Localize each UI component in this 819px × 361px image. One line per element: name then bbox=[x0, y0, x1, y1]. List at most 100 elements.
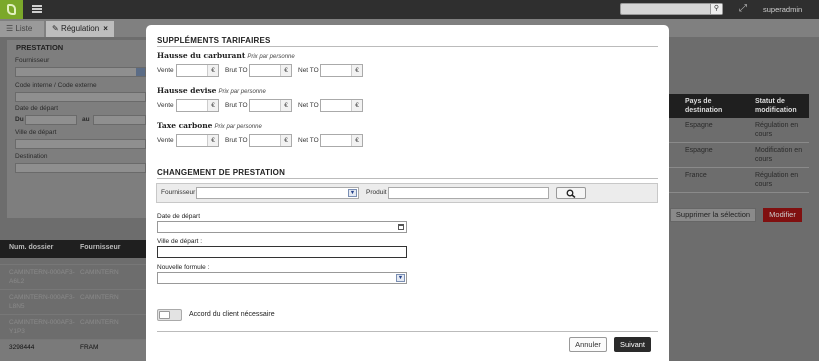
search-icon bbox=[566, 189, 576, 199]
menu-icon[interactable] bbox=[32, 5, 42, 13]
table-row[interactable]: 3298444 FRAM bbox=[0, 339, 146, 361]
cell-dossier: CAMINTERN-000AF3-A6L2 bbox=[9, 269, 75, 285]
expand-icon[interactable]: ⤢ bbox=[739, 4, 747, 14]
cancel-button[interactable]: Annuler bbox=[569, 337, 607, 352]
filter-label-fournisseur: Fournisseur bbox=[15, 57, 50, 64]
filter-date-to[interactable] bbox=[93, 115, 146, 125]
group-title-carbone: Taxe carbone Prix par personne bbox=[157, 121, 262, 130]
table-row[interactable]: Espagne Régulation en cours bbox=[669, 118, 809, 143]
table-row[interactable]: France Régulation en cours bbox=[669, 168, 809, 193]
label-brut: Brut TO bbox=[225, 67, 248, 74]
cell-dossier: CAMINTERN-000AF3-Y1P3 bbox=[9, 319, 75, 335]
logo-icon[interactable] bbox=[0, 0, 23, 19]
cell-fournisseur: CAMINTERN bbox=[80, 294, 119, 301]
search-fournisseur-select[interactable]: ▼ bbox=[196, 187, 359, 199]
next-button[interactable]: Suivant bbox=[614, 337, 651, 352]
divider bbox=[157, 178, 658, 179]
cell-pays: France bbox=[685, 172, 707, 179]
search-produit-label: Produit bbox=[366, 189, 387, 196]
user-menu[interactable]: superadmin bbox=[763, 5, 802, 14]
accord-client-toggle[interactable] bbox=[157, 309, 182, 321]
group-title-text: Hausse du carburant bbox=[157, 51, 246, 60]
calendar-icon[interactable] bbox=[397, 223, 405, 231]
devise-net-input[interactable]: € bbox=[320, 99, 363, 112]
label-brut: Brut TO bbox=[225, 102, 248, 109]
date-depart-input[interactable] bbox=[157, 221, 407, 233]
carburant-vente-input[interactable]: € bbox=[176, 64, 219, 77]
table-row[interactable]: CAMINTERN-000AF3-A6L2 CAMINTERN bbox=[0, 264, 146, 289]
devise-vente-input[interactable]: € bbox=[176, 99, 219, 112]
tab-regulation[interactable]: ✎ Régulation × bbox=[46, 21, 114, 37]
top-bar: ⚲ ⤢ superadmin bbox=[0, 0, 819, 19]
table-row[interactable]: CAMINTERN-000AF3-L8N5 CAMINTERN bbox=[0, 289, 146, 314]
filter-label-destination: Destination bbox=[15, 153, 48, 160]
label-vente: Vente bbox=[157, 102, 174, 109]
filter-fournisseur-select[interactable] bbox=[15, 67, 146, 77]
currency-label: € bbox=[207, 135, 218, 146]
currency-label: € bbox=[351, 135, 362, 146]
currency-label: € bbox=[280, 65, 291, 76]
group-note: Prix par personne bbox=[214, 124, 262, 130]
label-vente: Vente bbox=[157, 67, 174, 74]
col-fournisseur[interactable]: Fournisseur bbox=[80, 244, 120, 251]
formule-label: Nouvelle formule : bbox=[157, 264, 210, 271]
carburant-net-input[interactable]: € bbox=[320, 64, 363, 77]
delete-selection-button[interactable]: Supprimer la sélection bbox=[670, 208, 756, 222]
search-produit-input[interactable] bbox=[388, 187, 549, 199]
ville-depart-label: Ville de départ : bbox=[157, 238, 203, 245]
filter-destination-input[interactable] bbox=[15, 163, 146, 173]
carbone-net-input[interactable]: € bbox=[320, 134, 363, 147]
cell-statut: Modification en cours bbox=[755, 147, 803, 163]
cell-fournisseur: CAMINTERN bbox=[80, 269, 119, 276]
toggle-knob bbox=[159, 311, 170, 319]
currency-label: € bbox=[280, 100, 291, 111]
col-pays[interactable]: Pays de destination bbox=[685, 97, 740, 115]
col-num-dossier[interactable]: Num. dossier bbox=[9, 244, 53, 251]
cell-dossier: CAMINTERN-000AF3-L8N5 bbox=[9, 294, 75, 310]
currency-label: € bbox=[351, 65, 362, 76]
cell-dossier: 3298444 bbox=[9, 344, 35, 351]
filter-date-from[interactable] bbox=[25, 115, 77, 125]
carbone-brut-input[interactable]: € bbox=[249, 134, 292, 147]
table-row[interactable]: Espagne Modification en cours bbox=[669, 143, 809, 168]
col-statut[interactable]: Statut de modification bbox=[755, 97, 809, 115]
ville-depart-input[interactable] bbox=[157, 246, 407, 258]
label-vente: Vente bbox=[157, 137, 174, 144]
label-brut: Brut TO bbox=[225, 137, 248, 144]
devise-brut-input[interactable]: € bbox=[249, 99, 292, 112]
supplements-title: SUPPLÉMENTS TARIFAIRES bbox=[157, 36, 271, 45]
carburant-brut-input[interactable]: € bbox=[249, 64, 292, 77]
filter-label-ville: Ville de départ bbox=[15, 129, 57, 136]
results-header: Num. dossier Fournisseur bbox=[0, 240, 146, 258]
currency-label: € bbox=[207, 100, 218, 111]
label-net: Net TO bbox=[298, 137, 319, 144]
global-search-input[interactable]: ⚲ bbox=[620, 3, 723, 15]
group-title-carburant: Hausse du carburant Prix par personne bbox=[157, 51, 295, 60]
table-row[interactable]: CAMINTERN-000AF3-Y1P3 CAMINTERN bbox=[0, 314, 146, 339]
cell-pays: Espagne bbox=[685, 147, 713, 154]
modify-button[interactable]: Modifier bbox=[763, 208, 802, 222]
filter-label-date: Date de départ bbox=[15, 105, 59, 112]
close-icon[interactable]: × bbox=[103, 24, 108, 33]
filter-ville-input[interactable] bbox=[15, 139, 146, 149]
filter-label-code: Code interne / Code externe bbox=[15, 82, 97, 89]
results-right-header: Pays de destination Statut de modificati… bbox=[669, 94, 809, 118]
regulation-modal: SUPPLÉMENTS TARIFAIRES Hausse du carbura… bbox=[146, 25, 669, 361]
cell-fournisseur: CAMINTERN bbox=[80, 319, 119, 326]
divider bbox=[157, 46, 658, 47]
filter-code-input[interactable] bbox=[15, 92, 146, 102]
tab-label: Liste bbox=[15, 24, 33, 33]
formule-select[interactable]: ▼ bbox=[157, 272, 407, 284]
carbone-vente-input[interactable]: € bbox=[176, 134, 219, 147]
date-depart-label: Date de départ bbox=[157, 213, 201, 220]
group-title-devise: Hausse devise Prix par personne bbox=[157, 86, 266, 95]
cell-statut: Régulation en cours bbox=[755, 172, 799, 188]
results-table: Num. dossier Fournisseur CAMINTERN-000AF… bbox=[0, 240, 146, 361]
tab-liste[interactable]: ☰ Liste bbox=[0, 21, 44, 37]
chevron-down-icon[interactable]: ▼ bbox=[348, 189, 357, 197]
search-icon[interactable]: ⚲ bbox=[710, 4, 722, 14]
chevron-down-icon[interactable]: ▼ bbox=[396, 274, 405, 282]
currency-label: € bbox=[207, 65, 218, 76]
search-button[interactable] bbox=[556, 187, 586, 199]
prestation-search-bar: Fournisseur ▼ Produit bbox=[156, 183, 658, 203]
